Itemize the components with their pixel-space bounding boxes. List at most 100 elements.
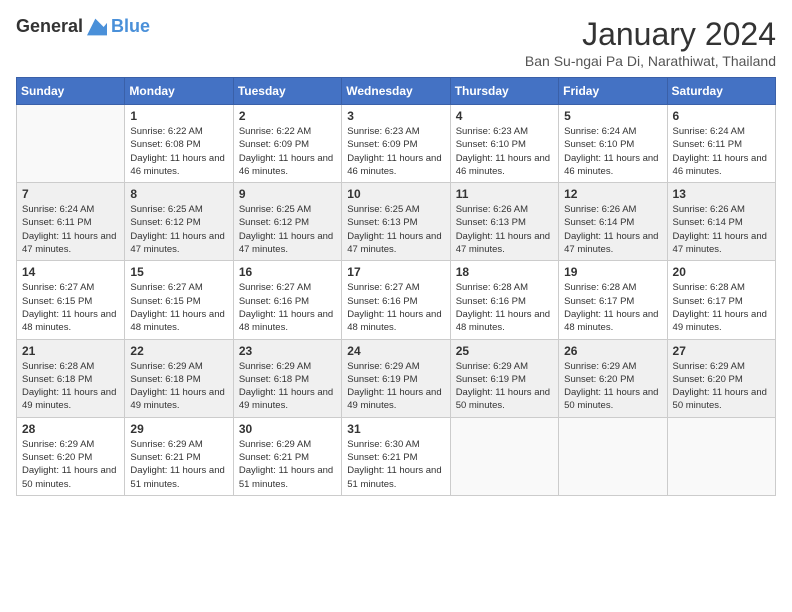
calendar-cell: 8 Sunrise: 6:25 AM Sunset: 6:12 PM Daylig… (125, 183, 233, 261)
day-info: Sunrise: 6:28 AM Sunset: 6:18 PM Dayligh… (22, 360, 119, 413)
day-info: Sunrise: 6:27 AM Sunset: 6:15 PM Dayligh… (130, 281, 227, 334)
day-number: 9 (239, 187, 336, 201)
day-number: 7 (22, 187, 119, 201)
calendar-cell (559, 417, 667, 495)
day-number: 13 (673, 187, 770, 201)
day-number: 20 (673, 265, 770, 279)
header-row: SundayMondayTuesdayWednesdayThursdayFrid… (17, 78, 776, 105)
day-number: 1 (130, 109, 227, 123)
day-info: Sunrise: 6:30 AM Sunset: 6:21 PM Dayligh… (347, 438, 444, 491)
day-number: 5 (564, 109, 661, 123)
calendar-cell: 2Sunrise: 6:22 AM Sunset: 6:09 PM Daylig… (233, 105, 341, 183)
day-number: 16 (239, 265, 336, 279)
day-header-saturday: Saturday (667, 78, 775, 105)
calendar-cell: 25Sunrise: 6:29 AM Sunset: 6:19 PM Dayli… (450, 339, 558, 417)
logo-icon (87, 17, 107, 37)
logo: General Blue (16, 16, 150, 37)
calendar-cell: 15 Sunrise: 6:27 AM Sunset: 6:15 PM Dayli… (125, 261, 233, 339)
day-info: Sunrise: 6:29 AM Sunset: 6:21 PM Dayligh… (130, 438, 227, 491)
calendar-cell: 6 Sunrise: 6:24 AM Sunset: 6:11 PM Daylig… (667, 105, 775, 183)
day-info: Sunrise: 6:27 AM Sunset: 6:16 PM Dayligh… (347, 281, 444, 334)
logo-blue-text: Blue (111, 16, 150, 37)
header: General Blue January 2024 Ban Su-ngai Pa… (16, 16, 776, 69)
calendar-cell: 27Sunrise: 6:29 AM Sunset: 6:20 PM Dayli… (667, 339, 775, 417)
calendar-cell (450, 417, 558, 495)
day-info: Sunrise: 6:26 AM Sunset: 6:13 PM Dayligh… (456, 203, 553, 256)
location-title: Ban Su-ngai Pa Di, Narathiwat, Thailand (525, 53, 776, 69)
day-info: Sunrise: 6:29 AM Sunset: 6:20 PM Dayligh… (564, 360, 661, 413)
calendar-cell: 21 Sunrise: 6:28 AM Sunset: 6:18 PM Dayli… (17, 339, 125, 417)
day-number: 23 (239, 344, 336, 358)
calendar-cell: 30Sunrise: 6:29 AM Sunset: 6:21 PM Dayli… (233, 417, 341, 495)
calendar-cell: 5 Sunrise: 6:24 AM Sunset: 6:10 PM Daylig… (559, 105, 667, 183)
calendar-header: SundayMondayTuesdayWednesdayThursdayFrid… (17, 78, 776, 105)
calendar-cell (17, 105, 125, 183)
day-number: 26 (564, 344, 661, 358)
day-info: Sunrise: 6:23 AM Sunset: 6:10 PM Dayligh… (456, 125, 553, 178)
week-row-2: 7 Sunrise: 6:24 AM Sunset: 6:11 PM Daylig… (17, 183, 776, 261)
day-info: Sunrise: 6:27 AM Sunset: 6:15 PM Dayligh… (22, 281, 119, 334)
day-number: 10 (347, 187, 444, 201)
day-info: Sunrise: 6:29 AM Sunset: 6:19 PM Dayligh… (347, 360, 444, 413)
week-row-4: 21 Sunrise: 6:28 AM Sunset: 6:18 PM Dayli… (17, 339, 776, 417)
day-info: Sunrise: 6:26 AM Sunset: 6:14 PM Dayligh… (673, 203, 770, 256)
day-info: Sunrise: 6:22 AM Sunset: 6:08 PM Dayligh… (130, 125, 227, 178)
day-info: Sunrise: 6:25 AM Sunset: 6:12 PM Dayligh… (239, 203, 336, 256)
day-number: 14 (22, 265, 119, 279)
calendar-cell: 10 Sunrise: 6:25 AM Sunset: 6:13 PM Dayli… (342, 183, 450, 261)
calendar-cell: 31 Sunrise: 6:30 AM Sunset: 6:21 PM Dayli… (342, 417, 450, 495)
day-number: 18 (456, 265, 553, 279)
day-info: Sunrise: 6:25 AM Sunset: 6:13 PM Dayligh… (347, 203, 444, 256)
calendar-cell: 19 Sunrise: 6:28 AM Sunset: 6:17 PM Dayli… (559, 261, 667, 339)
calendar-cell: 24 Sunrise: 6:29 AM Sunset: 6:19 PM Dayli… (342, 339, 450, 417)
day-number: 15 (130, 265, 227, 279)
day-info: Sunrise: 6:22 AM Sunset: 6:09 PM Dayligh… (239, 125, 336, 178)
day-number: 22 (130, 344, 227, 358)
day-number: 17 (347, 265, 444, 279)
calendar-cell: 20Sunrise: 6:28 AM Sunset: 6:17 PM Dayli… (667, 261, 775, 339)
day-info: Sunrise: 6:24 AM Sunset: 6:11 PM Dayligh… (673, 125, 770, 178)
week-row-5: 28Sunrise: 6:29 AM Sunset: 6:20 PM Dayli… (17, 417, 776, 495)
day-number: 19 (564, 265, 661, 279)
day-header-tuesday: Tuesday (233, 78, 341, 105)
calendar-cell: 13 Sunrise: 6:26 AM Sunset: 6:14 PM Dayli… (667, 183, 775, 261)
month-title: January 2024 (525, 16, 776, 53)
day-header-monday: Monday (125, 78, 233, 105)
week-row-1: 1 Sunrise: 6:22 AM Sunset: 6:08 PM Daylig… (17, 105, 776, 183)
calendar-body: 1 Sunrise: 6:22 AM Sunset: 6:08 PM Daylig… (17, 105, 776, 496)
calendar-cell: 9 Sunrise: 6:25 AM Sunset: 6:12 PM Daylig… (233, 183, 341, 261)
day-number: 29 (130, 422, 227, 436)
calendar-table: SundayMondayTuesdayWednesdayThursdayFrid… (16, 77, 776, 496)
calendar-cell: 26 Sunrise: 6:29 AM Sunset: 6:20 PM Dayli… (559, 339, 667, 417)
calendar-cell: 29 Sunrise: 6:29 AM Sunset: 6:21 PM Dayli… (125, 417, 233, 495)
day-info: Sunrise: 6:27 AM Sunset: 6:16 PM Dayligh… (239, 281, 336, 334)
day-info: Sunrise: 6:28 AM Sunset: 6:17 PM Dayligh… (564, 281, 661, 334)
calendar-cell: 28Sunrise: 6:29 AM Sunset: 6:20 PM Dayli… (17, 417, 125, 495)
calendar-cell: 22 Sunrise: 6:29 AM Sunset: 6:18 PM Dayli… (125, 339, 233, 417)
day-header-sunday: Sunday (17, 78, 125, 105)
day-info: Sunrise: 6:29 AM Sunset: 6:18 PM Dayligh… (239, 360, 336, 413)
day-number: 31 (347, 422, 444, 436)
day-number: 8 (130, 187, 227, 201)
day-number: 3 (347, 109, 444, 123)
day-info: Sunrise: 6:24 AM Sunset: 6:10 PM Dayligh… (564, 125, 661, 178)
calendar-cell: 4 Sunrise: 6:23 AM Sunset: 6:10 PM Daylig… (450, 105, 558, 183)
day-number: 27 (673, 344, 770, 358)
day-header-wednesday: Wednesday (342, 78, 450, 105)
day-header-friday: Friday (559, 78, 667, 105)
day-info: Sunrise: 6:24 AM Sunset: 6:11 PM Dayligh… (22, 203, 119, 256)
logo-general-text: General (16, 16, 83, 37)
calendar-cell: 16 Sunrise: 6:27 AM Sunset: 6:16 PM Dayli… (233, 261, 341, 339)
day-number: 21 (22, 344, 119, 358)
week-row-3: 14 Sunrise: 6:27 AM Sunset: 6:15 PM Dayli… (17, 261, 776, 339)
calendar-cell: 3Sunrise: 6:23 AM Sunset: 6:09 PM Daylig… (342, 105, 450, 183)
calendar-cell: 17 Sunrise: 6:27 AM Sunset: 6:16 PM Dayli… (342, 261, 450, 339)
day-number: 24 (347, 344, 444, 358)
day-number: 4 (456, 109, 553, 123)
day-info: Sunrise: 6:29 AM Sunset: 6:18 PM Dayligh… (130, 360, 227, 413)
day-info: Sunrise: 6:25 AM Sunset: 6:12 PM Dayligh… (130, 203, 227, 256)
day-header-thursday: Thursday (450, 78, 558, 105)
day-number: 30 (239, 422, 336, 436)
day-info: Sunrise: 6:28 AM Sunset: 6:16 PM Dayligh… (456, 281, 553, 334)
day-number: 6 (673, 109, 770, 123)
